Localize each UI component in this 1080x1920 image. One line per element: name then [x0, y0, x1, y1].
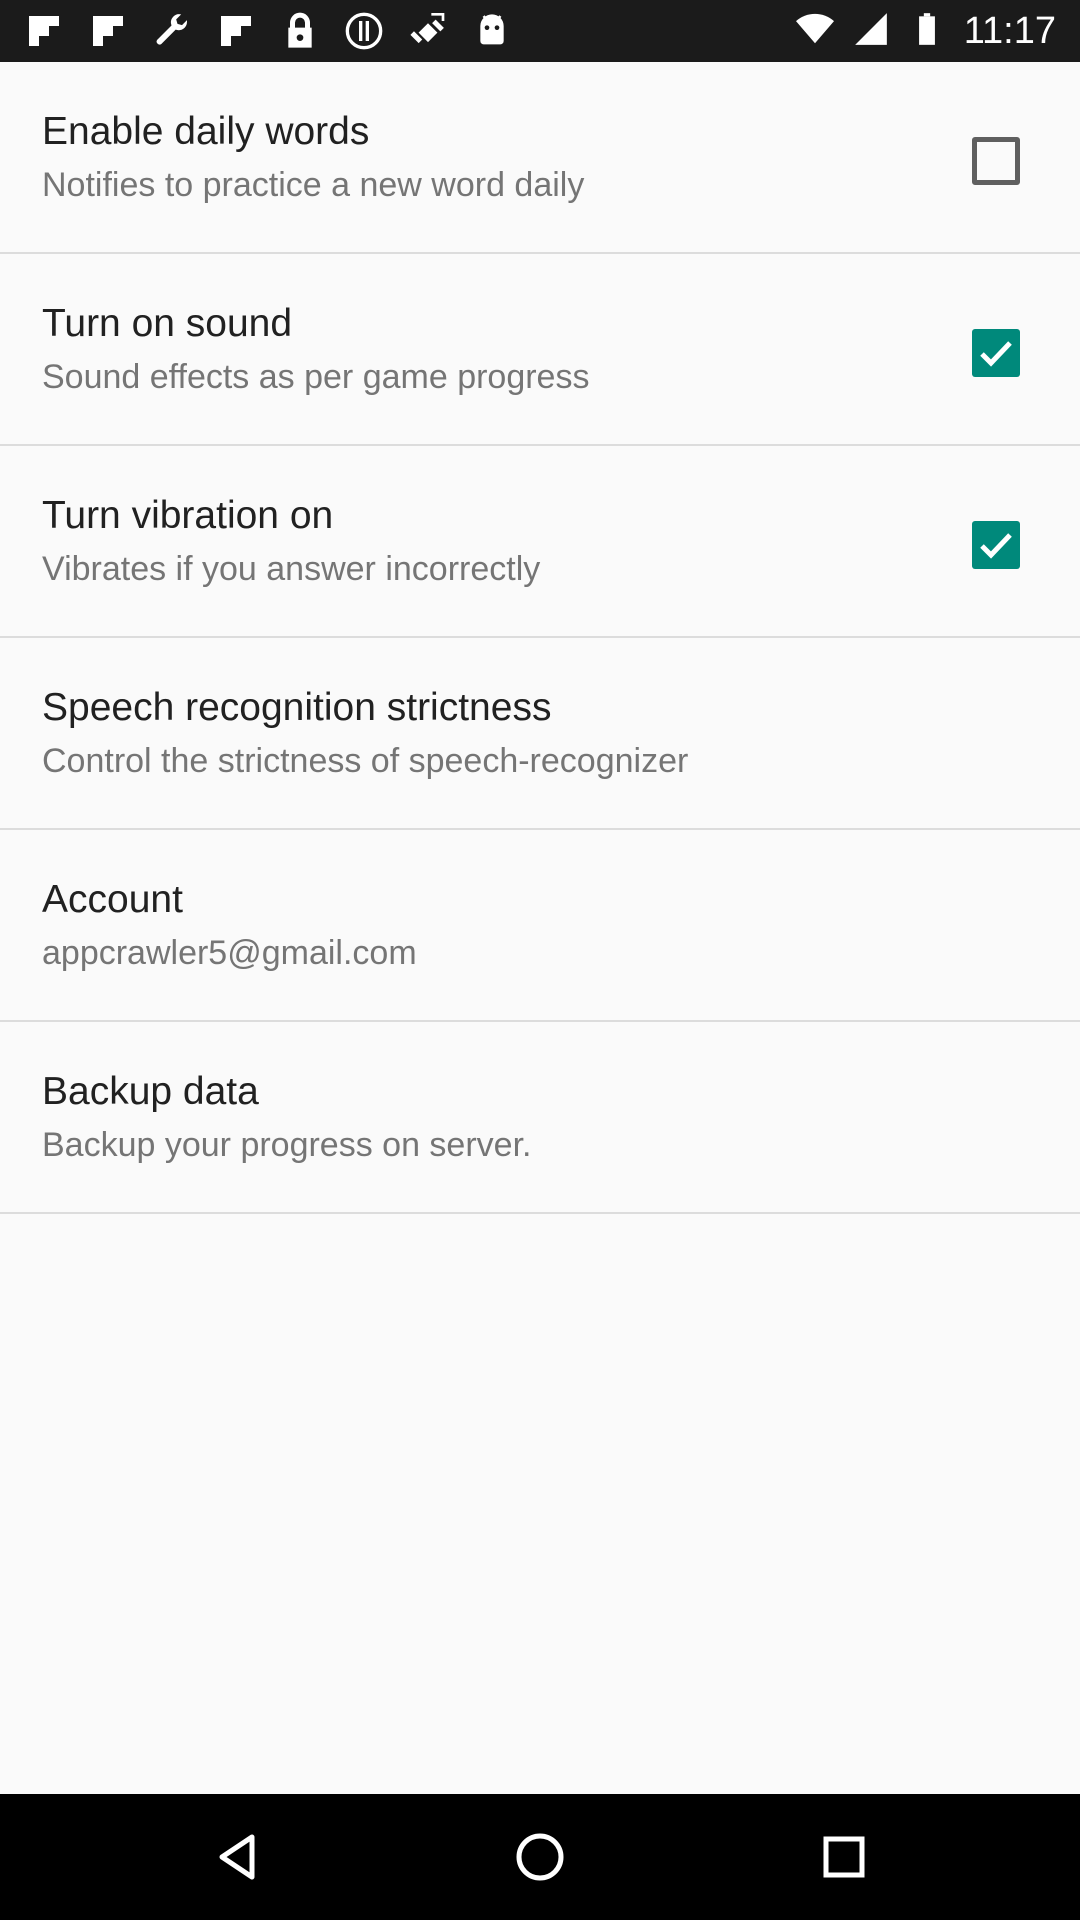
fake-gps-icon: [406, 9, 450, 53]
recents-icon: [823, 1836, 865, 1878]
setting-summary: Notifies to practice a new word daily: [42, 166, 585, 204]
settings-list: Enable daily words Notifies to practice …: [0, 62, 1080, 1214]
flipboard-icon: [214, 9, 258, 53]
setting-title: Account: [42, 878, 183, 921]
setting-title: Turn on sound: [42, 302, 293, 345]
setting-speech-recognition-strictness[interactable]: Speech recognition strictness Control th…: [0, 638, 1080, 830]
daily-words-checkbox[interactable]: [972, 137, 1020, 185]
setting-turn-on-sound[interactable]: Turn on sound Sound effects as per game …: [0, 254, 1080, 446]
back-button[interactable]: [208, 1827, 268, 1887]
wrench-icon: [150, 9, 194, 53]
home-icon: [516, 1833, 564, 1881]
checkmark-icon: [980, 341, 1012, 367]
setting-account[interactable]: Account appcrawler5@gmail.com: [0, 830, 1080, 1022]
checkmark-icon: [980, 533, 1012, 559]
back-icon: [219, 1834, 255, 1880]
setting-backup-data[interactable]: Backup data Backup your progress on serv…: [0, 1022, 1080, 1214]
vibration-checkbox[interactable]: [972, 521, 1020, 569]
battery-icon: [908, 10, 946, 53]
flipboard-icon: [86, 9, 130, 53]
android-icon: [470, 9, 514, 53]
notification-icons: [22, 0, 514, 62]
clock: 11:17: [963, 9, 1056, 52]
home-button[interactable]: [510, 1827, 570, 1887]
setting-summary: Sound effects as per game progress: [42, 358, 590, 396]
setting-title: Speech recognition strictness: [42, 686, 552, 729]
system-status: 11:17: [795, 0, 1056, 62]
setting-summary: Backup your progress on server.: [42, 1126, 532, 1164]
setting-summary: Control the strictness of speech-recogni…: [42, 742, 689, 780]
navigation-bar: [0, 1794, 1080, 1920]
setting-title: Backup data: [42, 1070, 259, 1113]
sound-checkbox[interactable]: [972, 329, 1020, 377]
lock-icon: [278, 9, 322, 53]
signal-icon: [852, 10, 890, 53]
alert-circle-icon: [342, 9, 386, 53]
flipboard-icon: [22, 9, 66, 53]
setting-summary: appcrawler5@gmail.com: [42, 934, 417, 972]
wifi-icon: [795, 10, 834, 53]
setting-turn-vibration-on[interactable]: Turn vibration on Vibrates if you answer…: [0, 446, 1080, 638]
setting-summary: Vibrates if you answer incorrectly: [42, 550, 541, 588]
setting-title: Enable daily words: [42, 110, 370, 153]
status-bar: 11:17: [0, 0, 1080, 62]
setting-enable-daily-words[interactable]: Enable daily words Notifies to practice …: [0, 62, 1080, 254]
recents-button[interactable]: [814, 1827, 874, 1887]
setting-title: Turn vibration on: [42, 494, 334, 537]
